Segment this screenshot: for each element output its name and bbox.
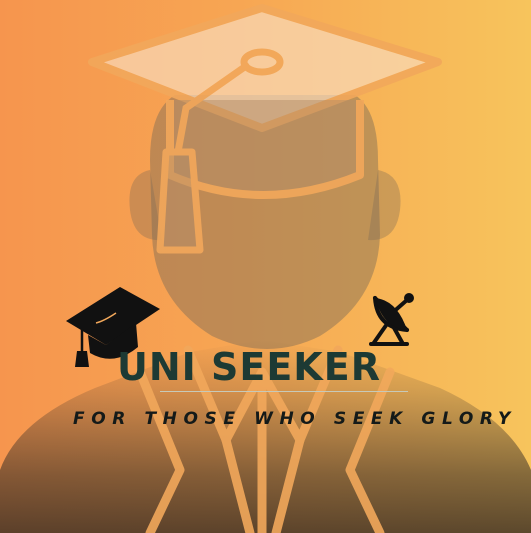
brand-divider xyxy=(160,391,408,392)
brand-name: UNI SEEKER xyxy=(117,345,381,389)
logo-canvas: UNI SEEKER FOR THOSE WHO SEEK GLORY xyxy=(0,0,531,533)
tagline: FOR THOSE WHO SEEK GLORY xyxy=(73,409,517,429)
satellite-dish-icon xyxy=(369,293,414,346)
graduate-silhouette-icon xyxy=(0,4,531,533)
